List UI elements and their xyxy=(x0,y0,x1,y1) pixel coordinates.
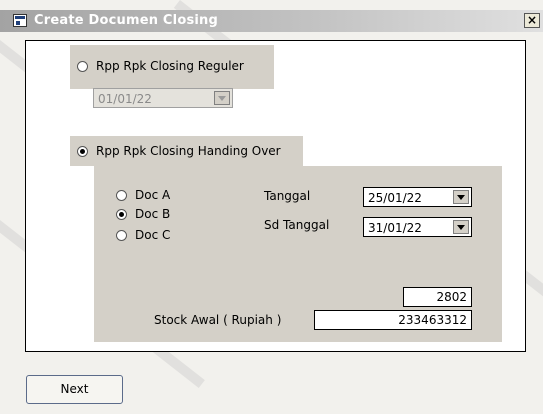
count-field[interactable]: 2802 xyxy=(403,287,472,307)
title-bar: Create Documen Closing × xyxy=(0,10,543,32)
sd-tanggal-dropdown[interactable]: 31/01/22 xyxy=(363,217,472,237)
sd-tanggal-label: Sd Tanggal xyxy=(264,218,330,232)
radio-closing-handover[interactable]: Rpp Rpk Closing Handing Over xyxy=(77,144,281,158)
sd-tanggal-value: 31/01/22 xyxy=(368,221,422,235)
radio-closing-reguler-indicator[interactable] xyxy=(77,60,88,72)
radio-closing-reguler[interactable]: Rpp Rpk Closing Reguler xyxy=(77,59,244,73)
chevron-down-icon xyxy=(214,91,230,105)
radio-doc-c[interactable]: Doc C xyxy=(116,228,170,242)
chevron-down-icon[interactable] xyxy=(453,220,469,234)
tanggal-label: Tanggal xyxy=(264,189,311,203)
tanggal-value: 25/01/22 xyxy=(368,191,422,205)
stock-awal-field[interactable]: 233463312 xyxy=(314,310,472,330)
tanggal-dropdown[interactable]: 25/01/22 xyxy=(363,187,472,207)
radio-closing-reguler-label: Rpp Rpk Closing Reguler xyxy=(96,59,244,73)
close-icon[interactable]: × xyxy=(527,13,537,27)
radio-doc-a-label: Doc A xyxy=(135,188,171,202)
close-button[interactable]: × xyxy=(524,13,540,28)
reguler-date-value: 01/01/22 xyxy=(98,92,152,106)
radio-closing-handover-indicator[interactable] xyxy=(77,145,88,157)
window-title: Create Documen Closing xyxy=(34,13,219,28)
next-button[interactable]: Next xyxy=(26,375,123,404)
radio-doc-b-label: Doc B xyxy=(135,207,171,221)
radio-doc-b-indicator[interactable] xyxy=(116,208,127,220)
radio-doc-c-label: Doc C xyxy=(135,228,171,242)
radio-doc-c-indicator[interactable] xyxy=(116,229,127,241)
radio-doc-a-indicator[interactable] xyxy=(116,189,127,201)
reguler-date-dropdown: 01/01/22 xyxy=(93,88,233,108)
radio-doc-a[interactable]: Doc A xyxy=(116,188,170,202)
radio-doc-b[interactable]: Doc B xyxy=(116,207,170,221)
chevron-down-icon[interactable] xyxy=(453,190,469,204)
stock-awal-label: Stock Awal ( Rupiah ) xyxy=(154,313,282,327)
radio-closing-handover-label: Rpp Rpk Closing Handing Over xyxy=(96,144,281,158)
app-form-icon xyxy=(13,14,27,27)
